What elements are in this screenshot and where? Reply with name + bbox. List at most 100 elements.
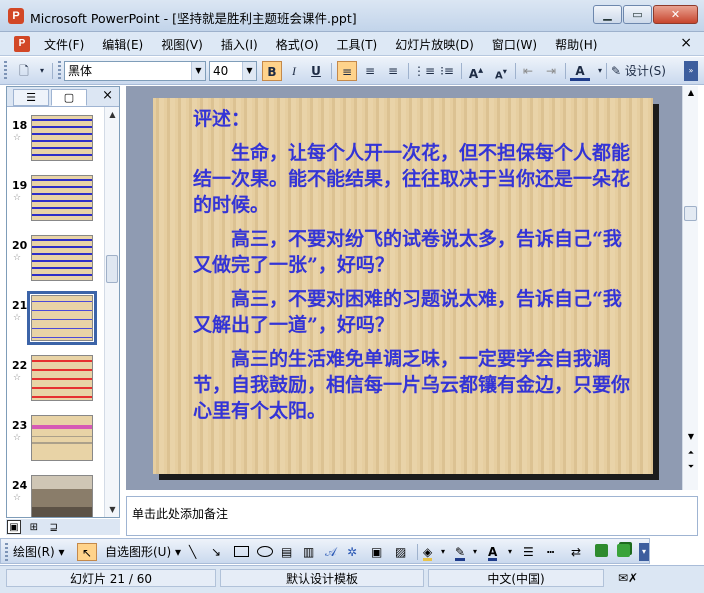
menu-format[interactable]: 格式(O)	[276, 36, 319, 53]
toolbar-grip[interactable]	[4, 61, 7, 81]
slide-thumbnail-image[interactable]	[31, 235, 93, 281]
close-icon[interactable]: ✕	[653, 5, 698, 24]
slide-thumbnail-image[interactable]	[31, 115, 93, 161]
menu-edit[interactable]: 编辑(E)	[102, 36, 143, 53]
design-button[interactable]: ✎ 设计(S)	[611, 61, 671, 81]
italic-button[interactable]: I	[284, 61, 304, 81]
next-slide-icon[interactable]: ⏷	[683, 460, 699, 474]
select-arrow-icon[interactable]: ↖	[77, 543, 97, 561]
menu-file[interactable]: 文件(F)	[44, 36, 84, 53]
scroll-down-icon[interactable]: ▼	[683, 430, 699, 444]
minimize-icon[interactable]: ▁	[593, 5, 622, 24]
slide-thumbnail-21[interactable]: 21 ☆	[7, 291, 105, 347]
chevron-down-icon[interactable]: ▾	[590, 61, 610, 81]
spellcheck-icon[interactable]: ✉✗	[608, 569, 648, 587]
slide-thumbnail-image[interactable]	[31, 475, 93, 517]
font-size-select[interactable]: 40 ▼	[209, 61, 257, 81]
slide-thumbnail-20[interactable]: 20 ☆	[7, 233, 105, 287]
numbered-list-icon[interactable]: ⋮≡	[413, 61, 435, 81]
line-icon[interactable]: ╲	[189, 543, 196, 561]
autoshapes-button[interactable]: 自选图形(U) ▾	[105, 543, 181, 561]
chevron-down-icon[interactable]: ▾	[508, 543, 512, 561]
outline-tab[interactable]: ☰	[13, 89, 49, 106]
scroll-up-icon[interactable]: ▲	[105, 107, 120, 122]
chevron-down-icon[interactable]: ▾	[473, 543, 477, 561]
scroll-thumb[interactable]	[684, 206, 697, 221]
align-center-icon[interactable]: ≡	[360, 61, 380, 81]
font-name-select[interactable]: 黑体 ▼	[64, 61, 206, 81]
draw-menu-button[interactable]: 绘图(R) ▾	[13, 543, 65, 561]
slide-thumbnail-19[interactable]: 19 ☆	[7, 173, 105, 227]
dash-style-icon[interactable]: ┅	[547, 543, 554, 561]
chevron-down-icon[interactable]: ▼	[191, 62, 205, 80]
shadow-style-icon[interactable]	[595, 544, 608, 557]
restore-icon[interactable]: ▭	[623, 5, 652, 24]
oval-icon[interactable]	[257, 546, 273, 557]
pane-close-icon[interactable]: ×	[102, 88, 113, 103]
clipart-icon[interactable]: ▣	[371, 543, 382, 561]
increase-indent-icon[interactable]: ⇥	[541, 61, 561, 81]
slide-thumbnail-image[interactable]	[31, 415, 93, 461]
underline-button[interactable]: U	[306, 61, 326, 81]
previous-slide-icon[interactable]: ⏶	[683, 446, 699, 460]
toolbar-overflow-icon[interactable]: »	[684, 61, 698, 81]
rectangle-icon[interactable]	[234, 546, 249, 557]
chevron-down-icon[interactable]: ▼	[242, 62, 256, 80]
slide-thumbnail-24[interactable]: 24 ☆	[7, 473, 105, 517]
fill-color-icon[interactable]: ◈	[423, 543, 433, 561]
slides-tab[interactable]: ▢	[51, 89, 87, 106]
thumbnails-scrollbar[interactable]: ▲ ▼	[104, 107, 119, 517]
chevron-down-icon[interactable]: ▾	[441, 543, 445, 561]
slide-text-box[interactable]: 评述： 生命，让每个人开一次花，但不担保每个人都能结一次果。能不能结果，往往取决…	[193, 106, 639, 432]
font-color-icon[interactable]: A	[570, 61, 590, 81]
toolbar-overflow-icon[interactable]: ▾	[639, 543, 649, 561]
slide-thumbnail-22[interactable]: 22 ☆	[7, 353, 105, 407]
decrease-font-icon[interactable]: A▾	[491, 61, 511, 81]
diagram-icon[interactable]: ✲	[347, 543, 357, 561]
arrow-style-icon[interactable]: ⇄	[571, 543, 581, 561]
bold-button[interactable]: B	[262, 61, 282, 81]
menu-view[interactable]: 视图(V)	[161, 36, 203, 53]
scroll-thumb[interactable]	[106, 255, 118, 283]
increase-font-icon[interactable]: A▴	[466, 61, 486, 81]
menu-insert[interactable]: 插入(I)	[221, 36, 258, 53]
line-color-icon[interactable]: ✎	[455, 543, 466, 561]
3d-style-icon[interactable]	[617, 544, 630, 557]
toolbar-grip[interactable]	[5, 543, 8, 563]
vertical-textbox-icon[interactable]: ▥	[303, 543, 314, 561]
menu-help[interactable]: 帮助(H)	[555, 36, 597, 53]
document-close-icon[interactable]: ×	[680, 35, 692, 51]
scroll-down-icon[interactable]: ▼	[105, 502, 120, 517]
new-document-icon[interactable]: 🗋	[14, 61, 34, 81]
slide-thumbnail-image[interactable]	[31, 355, 93, 401]
design-icon: ✎	[611, 64, 622, 78]
toolbar-options-icon[interactable]: ▾	[32, 61, 52, 81]
slide-thumbnail-23[interactable]: 23 ☆	[7, 413, 105, 467]
picture-icon[interactable]: ▨	[395, 543, 406, 561]
pane-tabs: ☰ ▢ ×	[7, 87, 119, 107]
menu-slideshow[interactable]: 幻灯片放映(D)	[395, 36, 474, 53]
align-right-icon[interactable]: ≡	[383, 61, 403, 81]
slide-thumbnail-image[interactable]	[27, 291, 97, 345]
slide-thumbnail-image[interactable]	[31, 175, 93, 221]
wordart-icon[interactable]: 𝒜	[325, 543, 336, 561]
normal-view-icon[interactable]: ▣	[7, 520, 21, 534]
scroll-up-icon[interactable]: ▲	[683, 86, 699, 100]
bullet-list-icon[interactable]: ⁝≡	[437, 61, 457, 81]
textbox-icon[interactable]: ▤	[281, 543, 292, 561]
slide-scrollbar[interactable]: ▲ ▼ ⏶ ⏷	[682, 86, 698, 490]
slideshow-view-icon[interactable]: ⊒	[47, 521, 61, 535]
notes-pane[interactable]: 单击此处添加备注	[126, 496, 698, 536]
align-left-icon[interactable]: ≡	[337, 61, 357, 81]
menu-tools[interactable]: 工具(T)	[337, 36, 378, 53]
document-icon[interactable]: P	[14, 36, 30, 52]
arrow-icon[interactable]: ↘	[211, 543, 221, 561]
sorter-view-icon[interactable]: ⊞	[27, 521, 41, 535]
line-style-icon[interactable]: ☰	[523, 543, 534, 561]
current-slide[interactable]: 评述： 生命，让每个人开一次花，但不担保每个人都能结一次果。能不能结果，往往取决…	[153, 98, 653, 474]
slide-thumbnail-18[interactable]: 18 ☆	[7, 113, 105, 167]
toolbar-grip-2[interactable]	[58, 61, 61, 81]
font-color-icon[interactable]: A	[488, 543, 498, 561]
menu-window[interactable]: 窗口(W)	[492, 36, 537, 53]
decrease-indent-icon[interactable]: ⇤	[518, 61, 538, 81]
